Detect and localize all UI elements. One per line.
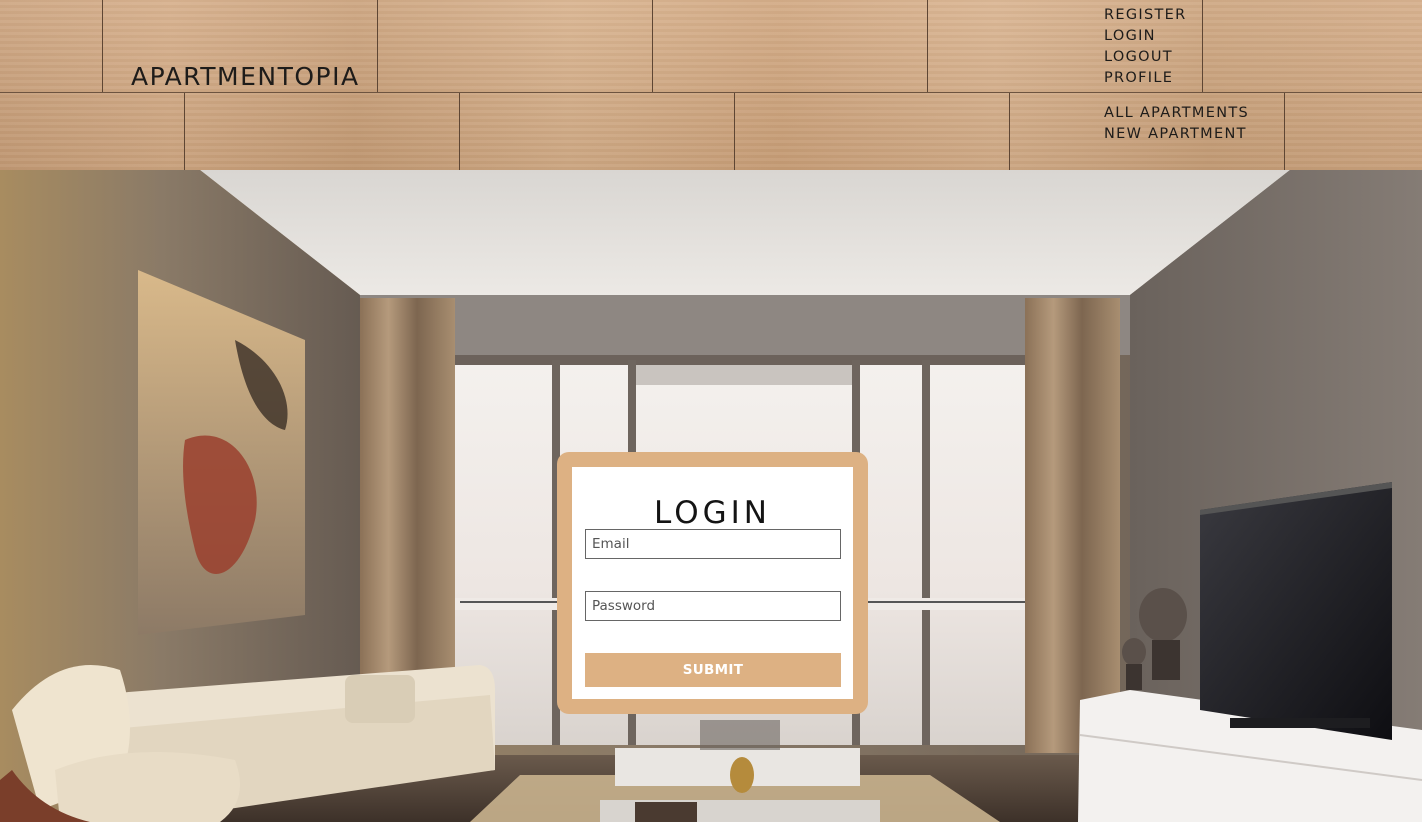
nav-logout-link[interactable]: LOGOUT [1104,47,1186,68]
panel-divider [184,93,185,170]
email-field[interactable] [585,529,841,559]
login-form: LOGIN SUBMIT [572,467,853,699]
nav-new-apartment-link[interactable]: NEW APARTMENT [1104,124,1249,145]
panel-divider [1009,93,1010,170]
panel-divider [652,0,653,92]
site-header: APARTMENTOPIA REGISTER LOGIN LOGOUT PROF… [0,0,1422,170]
submit-button[interactable]: SUBMIT [585,653,841,687]
nav-login-link[interactable]: LOGIN [1104,26,1186,47]
site-logo[interactable]: APARTMENTOPIA [131,62,360,91]
panel-divider [1284,93,1285,170]
panel-divider [0,92,1422,93]
nav-register-link[interactable]: REGISTER [1104,5,1186,26]
panel-divider [459,93,460,170]
password-field[interactable] [585,591,841,621]
panel-divider [734,93,735,170]
panel-divider [102,0,103,92]
user-nav: REGISTER LOGIN LOGOUT PROFILE [1104,5,1186,89]
nav-all-apartments-link[interactable]: ALL APARTMENTS [1104,103,1249,124]
panel-divider [1202,0,1203,92]
panel-divider [377,0,378,92]
login-title: LOGIN [654,495,771,531]
panel-divider [927,0,928,92]
login-card: LOGIN SUBMIT [557,452,868,714]
nav-profile-link[interactable]: PROFILE [1104,68,1186,89]
apartment-nav: ALL APARTMENTS NEW APARTMENT [1104,103,1249,145]
